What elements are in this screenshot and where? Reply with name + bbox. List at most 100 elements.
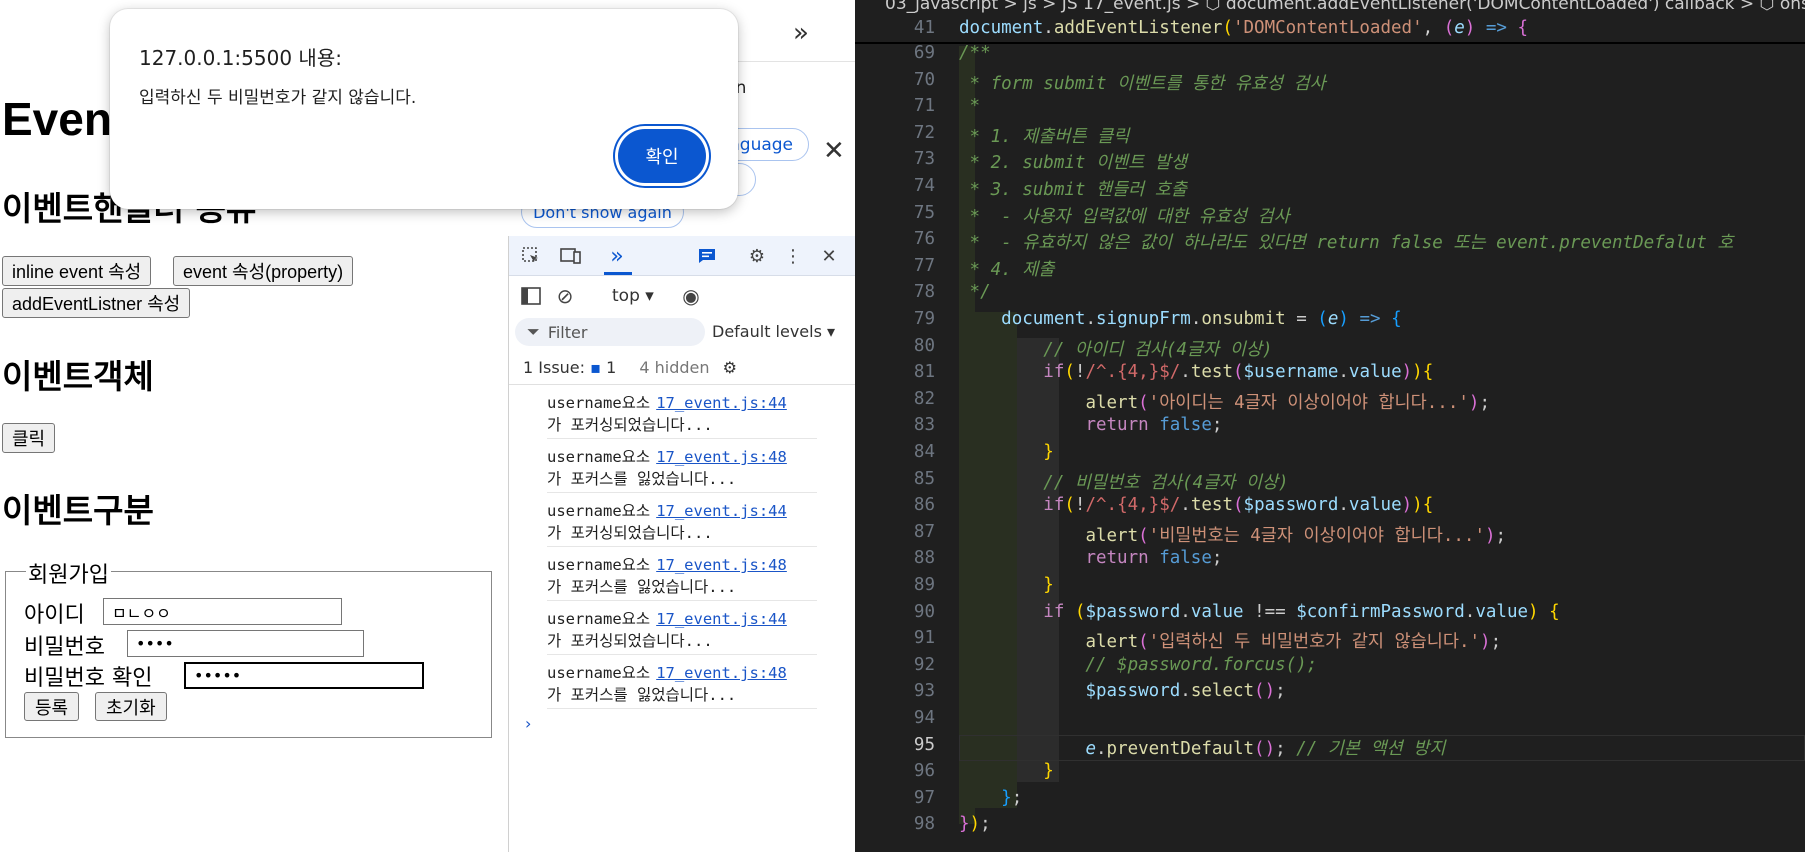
log-message: username요소 [547, 610, 651, 628]
devtools-panel: » ⚙ ⋮ ✕ ⊘ top ▾ ◉ ⏷ Filter Default levels… [508, 236, 855, 852]
inline-event-button[interactable]: inline event 속성 [2, 256, 152, 286]
browser-window: » Even 이벤트핸들러 종류 inline event 속성 event 속… [0, 0, 855, 852]
code-line[interactable]: 80 // 아이디 검사(4글자 이상) [855, 336, 1805, 363]
line-number: 93 [913, 681, 935, 702]
code-line[interactable]: 70 * form submit 이벤트를 통한 유효성 검사 [855, 70, 1805, 97]
log-message: username요소 [547, 502, 651, 520]
close-icon[interactable]: ✕ [823, 136, 845, 166]
form-legend: 회원가입 [26, 557, 111, 589]
code-line[interactable]: 89 } [855, 575, 1805, 602]
password-input[interactable]: •••• [127, 630, 364, 657]
line-number: 92 [913, 654, 935, 675]
code-line[interactable]: 90 if ($password.value !== $confirmPassw… [855, 602, 1805, 629]
message-icon[interactable] [695, 245, 719, 267]
click-button[interactable]: 클릭 [2, 423, 56, 453]
console-log-entry: username요소 17_event.js:44 가 포커싱되었습니다... [547, 608, 817, 655]
divider [509, 384, 855, 385]
log-source-link[interactable]: 17_event.js:44 [656, 610, 787, 628]
code-line[interactable]: 69 /** [855, 43, 1805, 70]
log-source-link[interactable]: 17_event.js:48 [656, 448, 787, 466]
issues-counter[interactable]: 1 Issue: ▪ 1 4 hidden ⚙ [523, 358, 737, 377]
code-line[interactable]: 92 // $password.forcus(); [855, 655, 1805, 682]
code-line[interactable]: 79 document.signupFrm.onsubmit = (e) => … [855, 309, 1805, 336]
sticky-scroll-header: 41 document.addEventListener('DOMContentL… [855, 16, 1805, 44]
code-text: if(!/^.{4,}$/.test($username.value)){ [1043, 362, 1434, 383]
line-number: 71 [913, 96, 935, 117]
code-line[interactable]: 75 * - 사용자 입력값에 대한 유효성 검사 [855, 203, 1805, 230]
code-line[interactable]: 78 */ [855, 282, 1805, 309]
close-devtools-icon[interactable]: ✕ [817, 245, 841, 267]
issues-label: 1 Issue: [523, 358, 586, 377]
line-number: 69 [913, 43, 935, 63]
code-text: * - 유효하지 않은 값이 하나라도 있다면 return false 또는 … [959, 233, 1734, 254]
code-line[interactable]: 73 * 2. submit 이벤트 발생 [855, 149, 1805, 176]
code-line[interactable]: 93 $password.select(); [855, 681, 1805, 708]
console-filter-input[interactable]: ⏷ Filter [515, 318, 705, 346]
console-tab-icon[interactable]: » [605, 244, 629, 269]
filter-icon: ⏷ [527, 322, 540, 341]
add-event-listener-button[interactable]: addEventListner 속성 [2, 288, 191, 318]
code-text: /** [959, 43, 991, 63]
line-number: 91 [913, 628, 935, 649]
code-line[interactable]: 88 return false; [855, 548, 1805, 575]
console-prompt-chevron-icon[interactable]: › [525, 714, 531, 733]
code-line[interactable]: 72 * 1. 제출버튼 클릭 [855, 123, 1805, 150]
inspect-element-icon[interactable] [519, 245, 543, 267]
code-line[interactable]: 94 [855, 708, 1805, 735]
line-number: 87 [913, 521, 935, 542]
code-text: }); [959, 814, 991, 835]
confirm-password-input[interactable]: ••••• [184, 662, 424, 689]
code-text: document.addEventListener('DOMContentLoa… [959, 18, 1529, 38]
code-text: alert('입력하신 두 비밀번호가 같지 않습니다.'); [1085, 632, 1502, 653]
line-number: 77 [913, 255, 935, 276]
eye-icon[interactable]: ◉ [679, 284, 703, 308]
reset-button[interactable]: 초기화 [95, 692, 167, 721]
chevron-double-right-icon[interactable]: » [793, 18, 809, 48]
code-text: * 3. submit 핸들러 호출 [959, 180, 1188, 200]
code-line[interactable]: 98}); [855, 814, 1805, 841]
log-message-cont: 가 포커스를 잃었습니다... [547, 686, 737, 704]
code-line[interactable]: 71 * [855, 96, 1805, 123]
dialog-ok-button[interactable]: 확인 [618, 129, 706, 183]
code-line[interactable]: 81 if(!/^.{4,}$/.test($username.value)){ [855, 362, 1805, 389]
settings-gear-icon[interactable]: ⚙ [745, 245, 769, 267]
code-line[interactable]: 76 * - 유효하지 않은 값이 하나라도 있다면 return false … [855, 229, 1805, 256]
code-line[interactable]: 96 } [855, 761, 1805, 788]
line-number: 97 [913, 787, 935, 808]
code-line[interactable]: 77 * 4. 제출 [855, 256, 1805, 283]
code-line[interactable]: 85 // 비밀번호 검사(4글자 이상) [855, 469, 1805, 496]
code-line[interactable]: 41 document.addEventListener('DOMContentL… [855, 18, 1805, 45]
code-line[interactable]: 87 alert('비밀번호는 4글자 이상이어야 합니다...'); [855, 522, 1805, 549]
issues-settings-icon[interactable]: ⚙ [723, 358, 737, 377]
log-source-link[interactable]: 17_event.js:44 [656, 394, 787, 412]
line-number: 96 [913, 761, 935, 782]
code-line[interactable]: 84 } [855, 442, 1805, 469]
more-vertical-icon[interactable]: ⋮ [781, 245, 805, 267]
code-line-active[interactable]: 95 e.preventDefault(); // 기본 액션 방지 [855, 734, 1805, 762]
log-source-link[interactable]: 17_event.js:44 [656, 502, 787, 520]
log-message-cont: 가 포커스를 잃었습니다... [547, 578, 737, 596]
submit-button[interactable]: 등록 [24, 692, 80, 721]
line-number: 74 [913, 176, 935, 196]
code-line[interactable]: 97 }; [855, 788, 1805, 815]
clear-console-icon[interactable]: ⊘ [553, 284, 577, 308]
log-source-link[interactable]: 17_event.js:48 [656, 664, 787, 682]
code-line[interactable]: 82 alert('아이디는 4글자 이상이어야 합니다...'); [855, 389, 1805, 416]
event-property-button[interactable]: event 속성(property) [173, 256, 354, 286]
line-number: 86 [913, 495, 935, 516]
context-selector[interactable]: top ▾ [612, 286, 654, 306]
page-title: Even [2, 93, 112, 145]
sidebar-toggle-icon[interactable] [519, 285, 543, 307]
device-toggle-icon[interactable] [559, 245, 583, 267]
log-levels-dropdown[interactable]: Default levels ▾ [712, 322, 835, 341]
code-line[interactable]: 83 return false; [855, 415, 1805, 442]
code-line[interactable]: 74 * 3. submit 핸들러 호출 [855, 176, 1805, 203]
code-line[interactable]: 86 if(!/^.{4,}$/.test($password.value)){ [855, 495, 1805, 522]
code-text: document.signupFrm.onsubmit = (e) => { [1001, 309, 1402, 329]
username-input[interactable]: ㅁㄴㅇㅇ [103, 598, 342, 625]
breadcrumb[interactable]: 03_javascript > js > JS 17_event.js > ⬡ … [885, 0, 1805, 14]
code-line[interactable]: 91 alert('입력하신 두 비밀번호가 같지 않습니다.'); [855, 628, 1805, 655]
log-source-link[interactable]: 17_event.js:48 [656, 556, 787, 574]
log-message: username요소 [547, 664, 651, 682]
code-text: } [1043, 575, 1054, 595]
